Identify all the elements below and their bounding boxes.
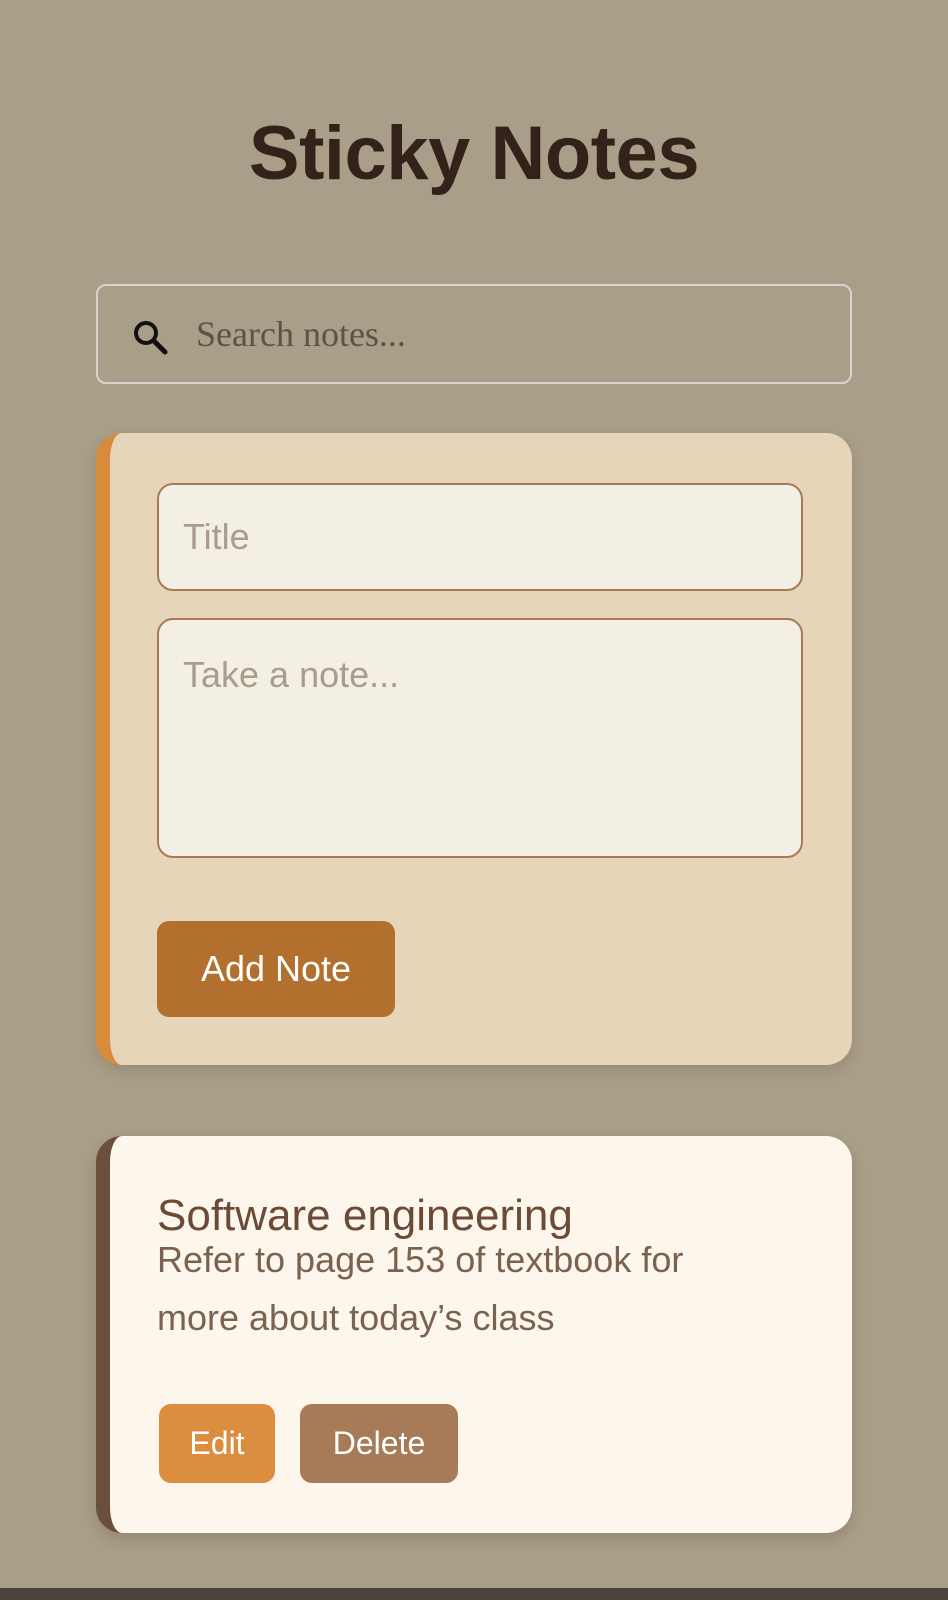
note-body-input[interactable] [157,618,803,858]
search-bar [96,284,852,384]
search-icon [132,319,168,355]
delete-note-button[interactable]: Delete [300,1404,458,1483]
page-title: Sticky Notes [248,111,700,196]
note-title-input[interactable] [157,483,803,591]
edit-note-button[interactable]: Edit [159,1404,275,1483]
search-input[interactable] [196,286,836,382]
bottom-bar [0,1588,948,1600]
note-body: Refer to page 153 of textbook for more a… [157,1239,684,1338]
add-note-button[interactable]: Add Note [157,921,395,1017]
